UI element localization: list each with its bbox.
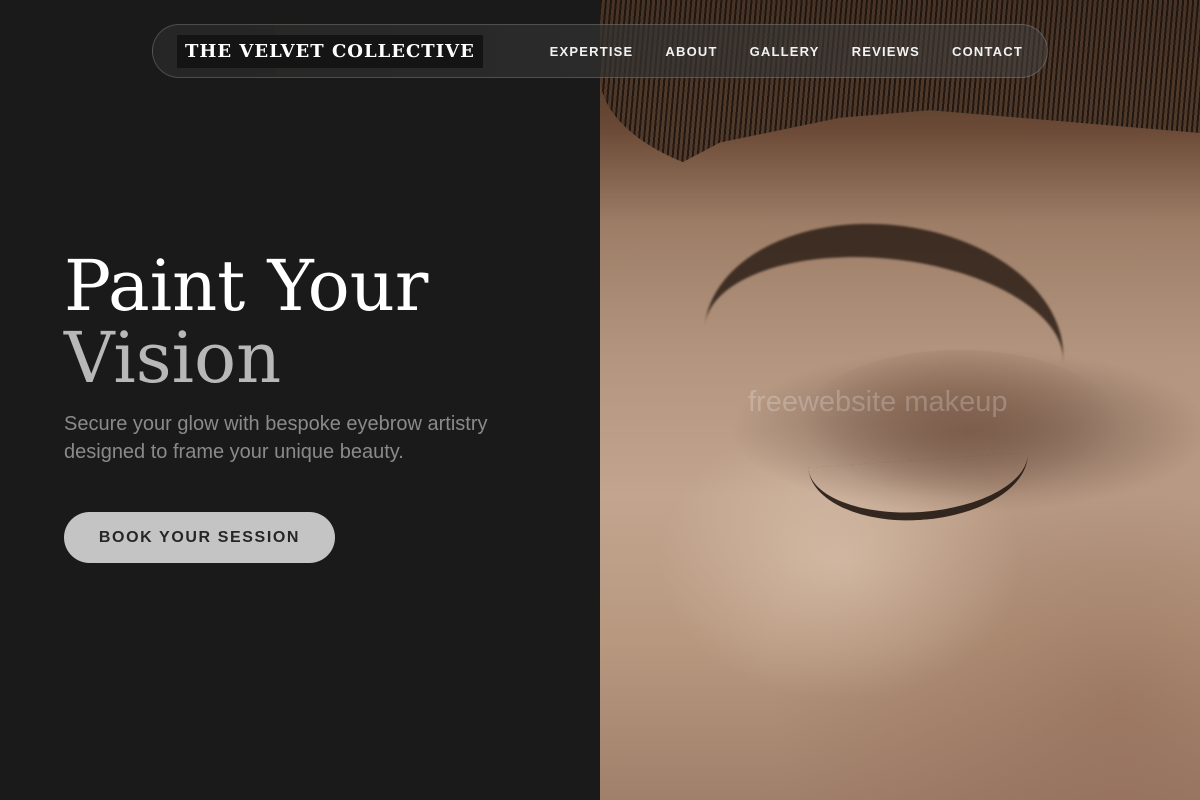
nav-link-gallery[interactable]: GALLERY (750, 44, 820, 59)
top-navigation: THE VELVET COLLECTIVE EXPERTISE ABOUT GA… (152, 24, 1048, 78)
hero-subtitle: Secure your glow with bespoke eyebrow ar… (64, 413, 488, 463)
hero-title-line2: Vision (64, 317, 282, 399)
hero-title: Paint Your Vision (64, 250, 428, 394)
nav-link-expertise[interactable]: EXPERTISE (550, 44, 634, 59)
hero-left-panel (0, 0, 600, 800)
nav-link-contact[interactable]: CONTACT (952, 44, 1023, 59)
brand-logo[interactable]: THE VELVET COLLECTIVE (177, 34, 483, 68)
book-session-button[interactable]: BOOK YOUR SESSION (64, 512, 335, 563)
nav-link-reviews[interactable]: REVIEWS (852, 44, 920, 59)
eyebrow-shape (704, 206, 1076, 364)
nav-link-about[interactable]: ABOUT (665, 44, 717, 59)
hero-title-line1: Paint Your (64, 245, 429, 327)
image-watermark: freewebsite makeup (748, 386, 1008, 418)
nav-menu: EXPERTISE ABOUT GALLERY REVIEWS CONTACT (550, 44, 1023, 59)
hero-eye-photo: freewebsite makeup (600, 0, 1200, 800)
